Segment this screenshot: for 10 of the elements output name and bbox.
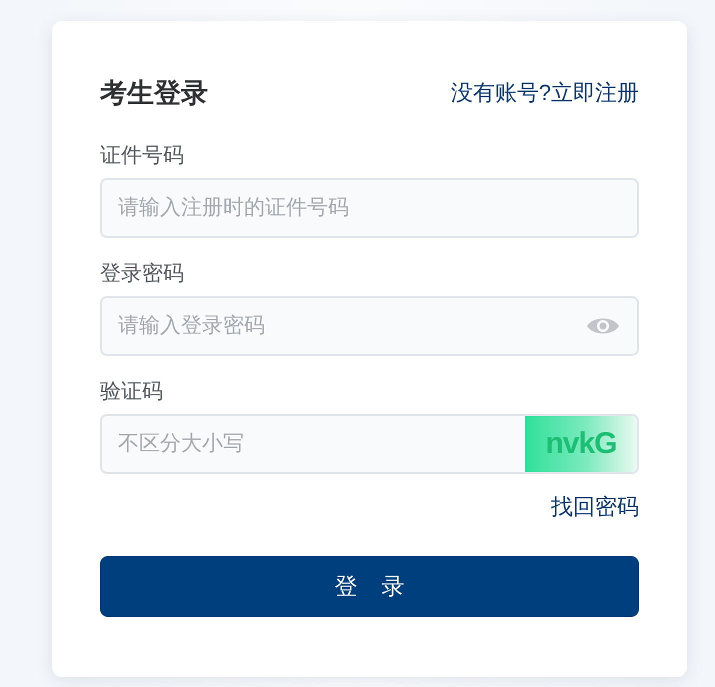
field-label: 证件号码 [100,144,184,168]
login-button[interactable]: 登 录 [100,556,639,617]
field-label: 登录密码 [100,262,184,286]
id-number-field[interactable]: 请输入注册时的证件号码 [100,178,639,238]
password-field[interactable]: 请输入登录密码 [100,296,639,356]
register-link[interactable]: 没有账号?立即注册 [450,80,639,106]
forgot-password-link[interactable]: 找回密码 [551,494,639,520]
login-title: 考生登录 [100,77,208,110]
field-label: 验证码 [100,380,163,404]
eye-icon[interactable] [587,316,619,336]
